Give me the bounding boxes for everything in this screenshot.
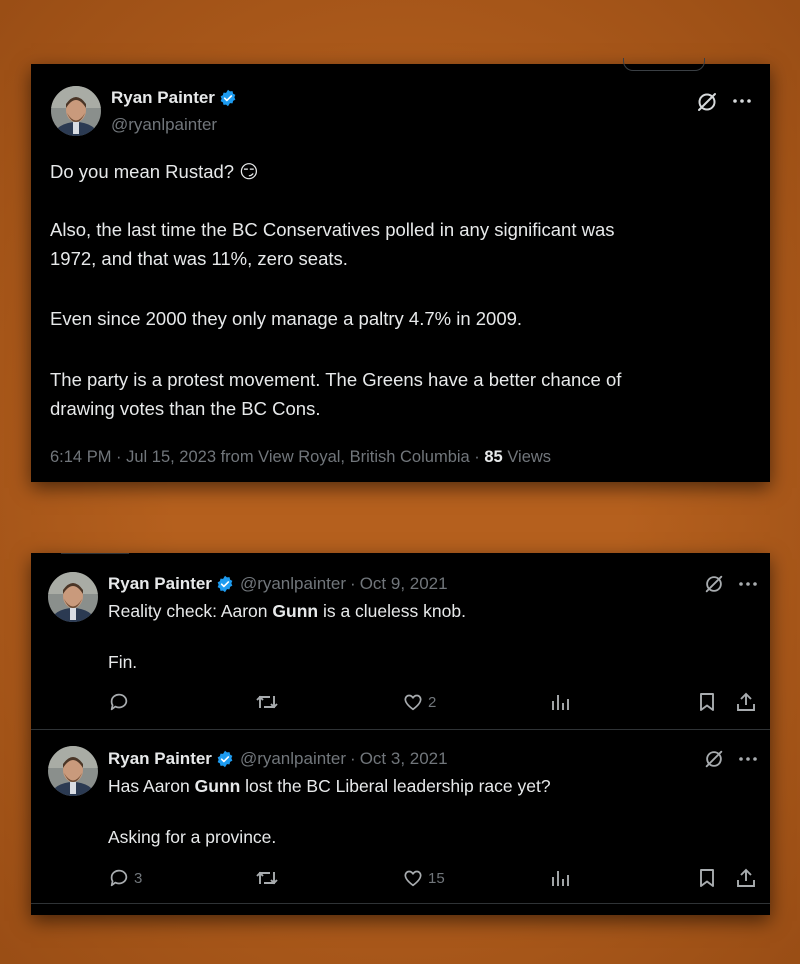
avatar[interactable]: [48, 572, 98, 622]
retweet-button[interactable]: [255, 867, 279, 889]
reply-button[interactable]: [108, 691, 134, 713]
avatar[interactable]: [51, 86, 101, 136]
more-icon[interactable]: [737, 573, 759, 595]
like-button[interactable]: 15: [402, 867, 445, 889]
author-handle[interactable]: @ryanlpainter: [111, 115, 217, 135]
reply2-text: Has Aaron Gunn lost the BC Liberal leade…: [108, 773, 551, 799]
text-segment: Has Aaron: [108, 776, 195, 796]
reply2-text-2: Asking for a province.: [108, 827, 277, 847]
author-name[interactable]: Ryan Painter: [111, 88, 215, 108]
author-handle[interactable]: @ryanlpainter: [240, 749, 346, 769]
more-icon[interactable]: [737, 748, 759, 770]
text-segment: is a clueless knob.: [318, 601, 466, 621]
author-name[interactable]: Ryan Painter: [108, 749, 212, 769]
like-button[interactable]: 2: [402, 691, 436, 713]
reply-divider: [31, 729, 770, 730]
bookmark-button[interactable]: [696, 867, 718, 889]
verified-badge-icon: [216, 575, 234, 593]
tweet-paragraph-2: Also, the last time the BC Conservatives…: [50, 219, 615, 269]
views-label: Views: [502, 448, 552, 466]
reply-divider: [31, 903, 770, 904]
tweet-text-question: Do you mean Rustad?: [50, 161, 240, 182]
reply-button[interactable]: 3: [108, 867, 142, 889]
retweet-button[interactable]: [255, 691, 279, 713]
smirk-emoji: 😏: [239, 161, 259, 182]
grok-icon[interactable]: [695, 90, 719, 114]
highlighted-term: Gunn: [194, 776, 241, 796]
reply1-text-2: Fin.: [108, 652, 138, 672]
text-segment: Reality check: Aaron: [108, 601, 273, 621]
tweet-paragraph-3: Even since 2000 they only manage a paltr…: [50, 308, 523, 329]
grok-icon[interactable]: [703, 573, 725, 595]
author-name-row[interactable]: Ryan Painter: [111, 88, 237, 108]
more-icon[interactable]: [731, 90, 753, 112]
separator-dot: ·: [350, 574, 356, 593]
reply-date[interactable]: Oct 9, 2021: [360, 574, 448, 594]
verified-badge-icon: [219, 89, 237, 107]
author-name[interactable]: Ryan Painter: [108, 574, 212, 594]
tweet-meta: 6:14 PM · Jul 15, 2023 from View Royal, …: [50, 448, 551, 467]
text-segment: lost the BC Liberal leadership race yet?: [240, 776, 551, 796]
share-button[interactable]: [735, 691, 757, 713]
replies-panel: Ryan Painter @ryanlpainter · Oct 9, 2021…: [31, 553, 770, 915]
tweet-timestamp[interactable]: 6:14 PM · Jul 15, 2023 from View Royal, …: [50, 448, 484, 466]
author-handle[interactable]: @ryanlpainter: [240, 574, 346, 594]
panel-tab-edge: [623, 58, 705, 71]
share-button[interactable]: [735, 867, 757, 889]
like-count: 2: [428, 693, 437, 711]
reply-date[interactable]: Oct 3, 2021: [360, 749, 448, 769]
views-icon[interactable]: [549, 691, 571, 713]
avatar[interactable]: [48, 746, 98, 796]
grok-icon[interactable]: [703, 748, 725, 770]
tweet-paragraph-4: The party is a protest movement. The Gre…: [50, 369, 622, 419]
bookmark-button[interactable]: [696, 691, 718, 713]
reply1-text: Reality check: Aaron Gunn is a clueless …: [108, 598, 466, 624]
highlighted-term: Gunn: [272, 601, 319, 621]
main-tweet-panel: Ryan Painter @ryanlpainter Do you mean R…: [31, 58, 770, 482]
like-count: 15: [428, 869, 445, 887]
reply1-header: Ryan Painter @ryanlpainter · Oct 9, 2021: [108, 574, 448, 594]
separator-dot: ·: [350, 749, 356, 768]
panel-top-edge: [61, 553, 129, 554]
tweet-line-1: Do you mean Rustad? 😏: [50, 157, 259, 186]
verified-badge-icon: [216, 750, 234, 768]
reply-count: 3: [134, 869, 143, 887]
reply2-header: Ryan Painter @ryanlpainter · Oct 3, 2021: [108, 749, 448, 769]
views-icon[interactable]: [549, 867, 571, 889]
views-count: 85: [484, 448, 503, 466]
